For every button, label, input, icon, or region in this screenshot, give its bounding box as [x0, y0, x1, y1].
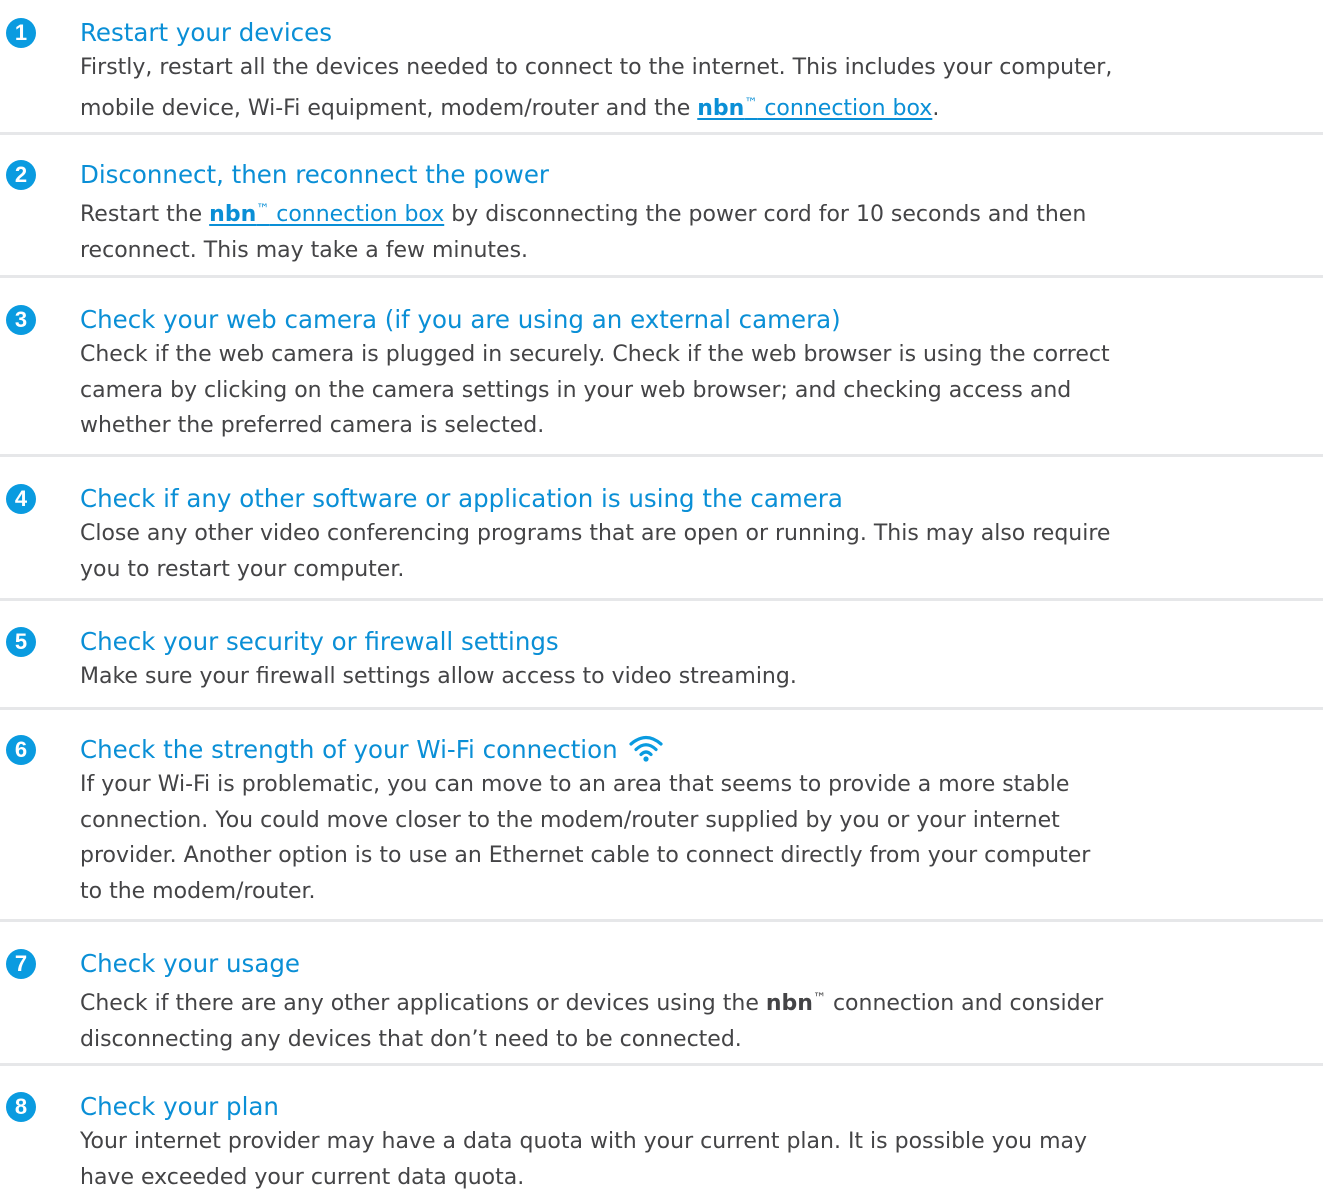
step-number-badge: 5 — [6, 627, 36, 657]
step-text-line: Firstly, restart all the devices needed … — [80, 50, 1320, 86]
divider — [0, 919, 1323, 922]
step-title: Check your plan — [80, 1090, 279, 1124]
step-text-line: Check if the web camera is plugged in se… — [80, 337, 1320, 373]
step-title: Check your usage — [80, 947, 300, 981]
step-title: Check your web camera (if you are using … — [80, 303, 841, 337]
nbn-connection-box-link[interactable]: nbn™ connection box — [697, 96, 932, 121]
step-text-line: mobile device, Wi-Fi equipment, modem/ro… — [80, 86, 1320, 127]
step-description: Close any other video conferencing progr… — [80, 516, 1320, 587]
divider — [0, 275, 1323, 278]
divider — [0, 598, 1323, 601]
nbn-brand-name: nbn — [697, 96, 744, 121]
divider — [0, 1063, 1323, 1066]
step-number-badge: 1 — [6, 18, 36, 48]
step-text-line: If your Wi-Fi is problematic, you can mo… — [80, 767, 1320, 803]
link-label: connection box — [269, 202, 444, 227]
step-text-line: disconnecting any devices that don’t nee… — [80, 1022, 1320, 1058]
step-number-badge: 8 — [6, 1092, 36, 1122]
step-number-badge: 4 — [6, 484, 36, 514]
nbn-brand-name: nbn — [766, 991, 813, 1016]
trademark-symbol: ™ — [813, 991, 826, 1006]
step-description: Make sure your firewall settings allow a… — [80, 659, 1320, 695]
step-text-line: Make sure your firewall settings allow a… — [80, 659, 1320, 695]
divider — [0, 707, 1323, 710]
link-label: connection box — [757, 96, 932, 121]
step-text-line: camera by clicking on the camera setting… — [80, 373, 1320, 409]
step-text-line: Close any other video conferencing progr… — [80, 516, 1320, 552]
step-text-line: connection. You could move closer to the… — [80, 803, 1320, 839]
step-text-line: have exceeded your current data quota. — [80, 1160, 1320, 1195]
step-text-line: Restart the nbn™ connection box by disco… — [80, 192, 1320, 233]
step-description: Firstly, restart all the devices needed … — [80, 50, 1320, 126]
step-number-badge: 2 — [6, 160, 36, 190]
nbn-brand-name: nbn — [209, 202, 256, 227]
step-number-badge: 7 — [6, 949, 36, 979]
step-text-line: you to restart your computer. — [80, 552, 1320, 588]
troubleshooting-steps: 1 Restart your devices Firstly, restart … — [0, 0, 1323, 1189]
nbn-connection-box-link[interactable]: nbn™ connection box — [209, 202, 444, 227]
step-description: Check if the web camera is plugged in se… — [80, 337, 1320, 444]
step-text-line: reconnect. This may take a few minutes. — [80, 233, 1320, 269]
step-title-text: Check the strength of your Wi-Fi connect… — [80, 735, 618, 764]
step-description: Your internet provider may have a data q… — [80, 1124, 1320, 1195]
step-text-line: Your internet provider may have a data q… — [80, 1124, 1320, 1160]
step-text-line: Check if there are any other application… — [80, 981, 1320, 1022]
divider — [0, 454, 1323, 457]
trademark-symbol: ™ — [744, 96, 757, 111]
trademark-symbol: ™ — [256, 202, 269, 217]
step-text-line: provider. Another option is to use an Et… — [80, 838, 1320, 874]
step-description: Restart the nbn™ connection box by disco… — [80, 192, 1320, 268]
step-title: Check if any other software or applicati… — [80, 482, 843, 516]
step-title: Restart your devices — [80, 16, 332, 50]
step-number-badge: 6 — [6, 735, 36, 765]
step-title: Disconnect, then reconnect the power — [80, 158, 549, 192]
divider — [0, 132, 1323, 135]
step-description: Check if there are any other application… — [80, 981, 1320, 1057]
step-text-line: to the modem/router. — [80, 874, 1320, 910]
step-text-line: whether the preferred camera is selected… — [80, 408, 1320, 444]
step-title: Check your security or firewall settings — [80, 625, 559, 659]
step-description: If your Wi-Fi is problematic, you can mo… — [80, 767, 1320, 909]
step-number-badge: 3 — [6, 305, 36, 335]
